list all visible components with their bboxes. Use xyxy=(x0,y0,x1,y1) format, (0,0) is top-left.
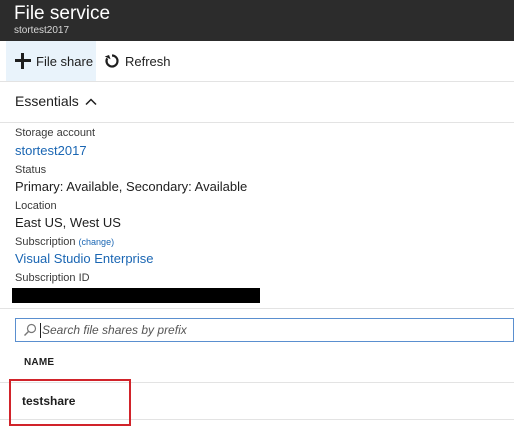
column-header-name[interactable]: NAME xyxy=(24,357,54,368)
search-box[interactable] xyxy=(15,318,514,342)
plus-icon xyxy=(15,53,31,69)
storage-account-label: Storage account xyxy=(15,127,96,139)
text-cursor xyxy=(40,323,41,338)
essentials-header[interactable]: Essentials xyxy=(0,82,514,123)
status-label: Status xyxy=(15,164,47,176)
location-value: East US, West US xyxy=(15,215,121,230)
chevron-up-icon[interactable] xyxy=(85,95,97,107)
page-title: File service xyxy=(14,3,111,24)
storage-account-link[interactable]: stortest2017 xyxy=(15,143,87,158)
divider xyxy=(0,308,514,309)
subscription-label: Subscription xyxy=(15,236,76,248)
refresh-icon xyxy=(104,53,120,69)
change-subscription-link[interactable]: (change) xyxy=(79,237,115,247)
title-bar: File service stortest2017 xyxy=(0,0,514,41)
refresh-button[interactable]: Refresh xyxy=(104,41,174,81)
highlight-annotation xyxy=(9,379,131,426)
search-input[interactable] xyxy=(42,321,502,339)
subscription-id-redacted xyxy=(12,288,260,303)
add-file-share-label: File share xyxy=(36,53,94,69)
location-label: Location xyxy=(15,200,57,212)
refresh-label: Refresh xyxy=(125,53,171,69)
page-subtitle: stortest2017 xyxy=(14,25,70,36)
search-icon xyxy=(23,323,37,337)
table-header: NAME xyxy=(0,346,514,383)
subscription-link[interactable]: Visual Studio Enterprise xyxy=(15,251,154,266)
toolbar: File share Refresh xyxy=(0,41,514,82)
essentials-label: Essentials xyxy=(15,93,79,109)
subscription-label-row: Subscription (change) xyxy=(15,236,114,248)
add-file-share-button[interactable]: File share xyxy=(6,41,96,81)
status-value: Primary: Available, Secondary: Available xyxy=(15,179,248,194)
subscription-id-label: Subscription ID xyxy=(15,272,90,284)
